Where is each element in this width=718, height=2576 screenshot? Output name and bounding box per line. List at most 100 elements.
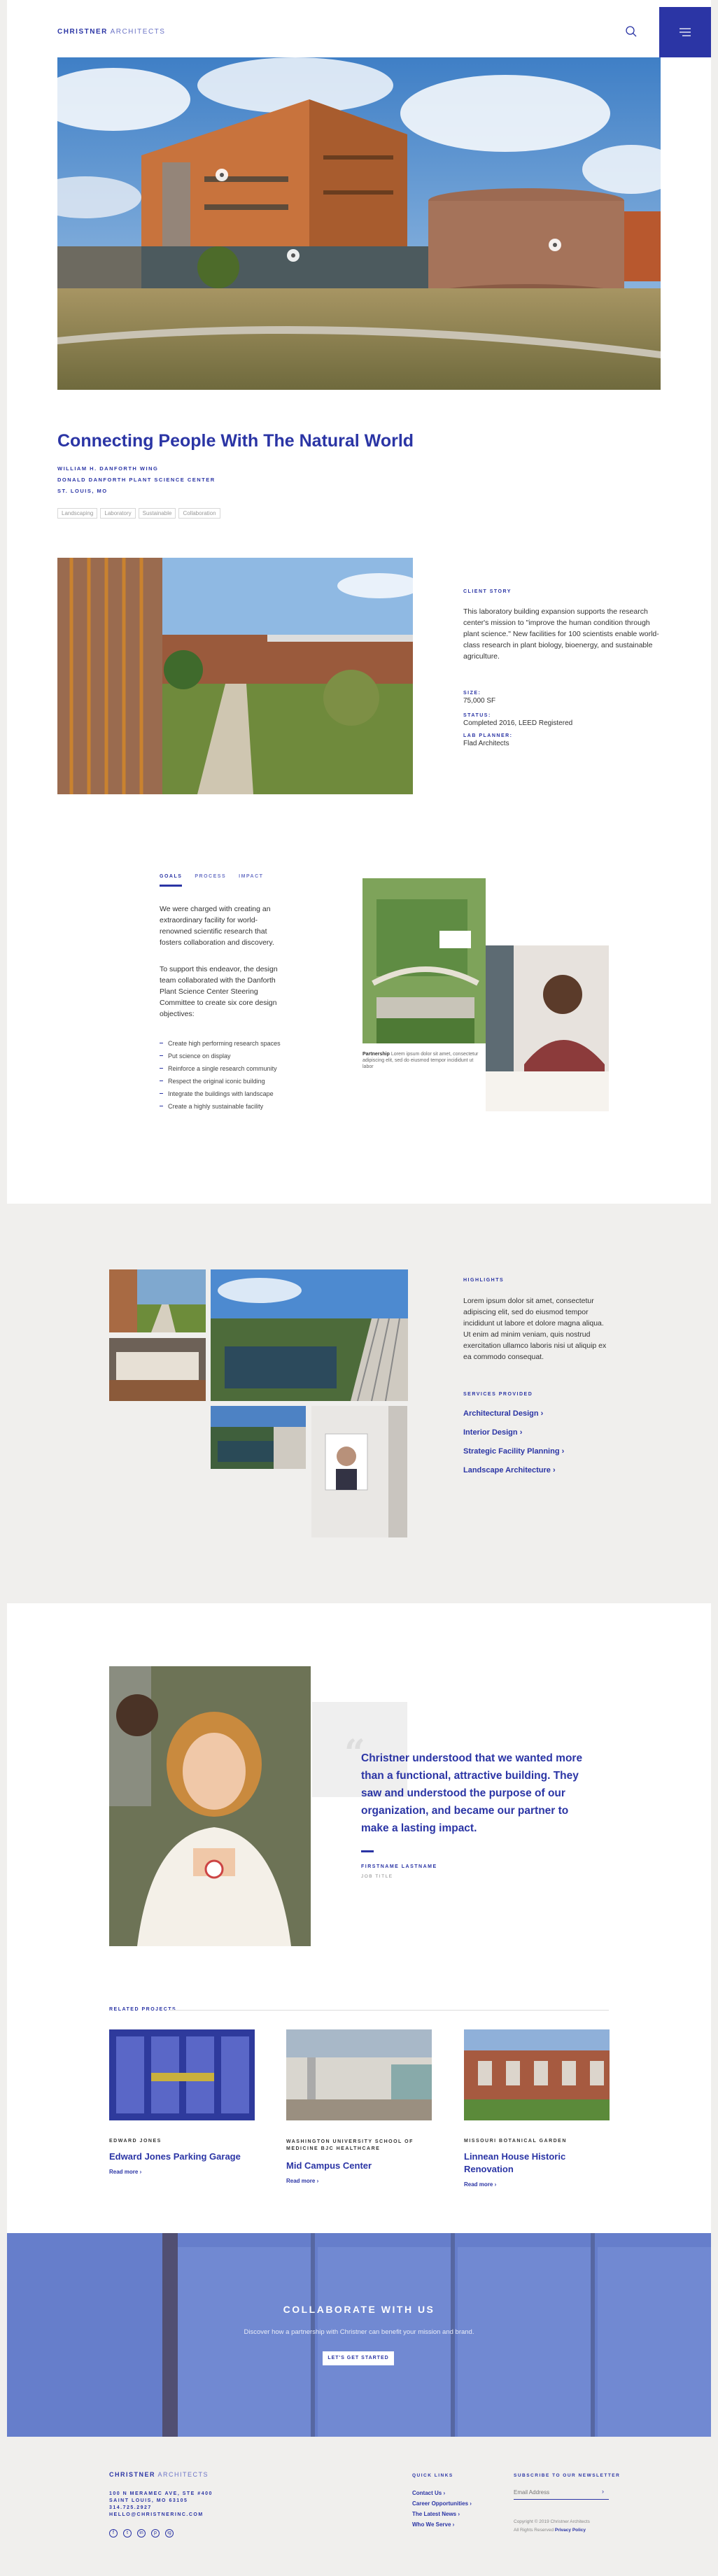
related-client: WASHINGTON UNIVERSITY SCHOOL OF MEDICINE…	[286, 2139, 414, 2151]
cta-title: COLLABORATE WITH US	[283, 2304, 435, 2315]
size-value: 75,000 SF	[463, 697, 496, 705]
copyright-text: Copyright © 2019 Christner Architects	[514, 2519, 590, 2524]
quick-links-label: QUICK LINKS	[412, 2473, 453, 2478]
email-link[interactable]: HELLO@CHRISTNERINC.COM	[109, 2512, 213, 2519]
chevron-right-icon: ›	[561, 1447, 565, 1456]
quote-author-title: JOB TITLE	[361, 1874, 393, 1879]
chevron-right-icon: ›	[540, 1409, 544, 1418]
related-client: MISSOURI BOTANICAL GARDEN	[464, 2139, 567, 2144]
address-line: 100 N MERAMEC AVE, STE #400	[109, 2491, 213, 2496]
status-value: Completed 2016, LEED Registered	[463, 719, 573, 727]
read-more-link[interactable]: Read more ›	[464, 2181, 496, 2188]
submit-arrow-icon[interactable]: ›	[602, 2488, 604, 2495]
menu-button[interactable]	[659, 7, 711, 57]
tag[interactable]: Sustainable	[138, 508, 176, 519]
goals-intro: We were charged with creating an extraor…	[160, 905, 274, 947]
quick-link[interactable]: The Latest News ›	[412, 2509, 472, 2519]
site-plan-image	[362, 878, 486, 1043]
related-image[interactable]	[464, 2029, 610, 2120]
tab-impact[interactable]: IMPACT	[239, 874, 263, 879]
tag[interactable]: Landscaping	[57, 508, 98, 519]
copyright: Copyright © 2019 Christner Architects Al…	[514, 2518, 590, 2535]
list-item: Create high performing research spaces	[160, 1037, 293, 1050]
partnership-photo	[486, 945, 609, 1111]
meta-wing: WILLIAM H. DANFORTH WING	[57, 465, 159, 472]
gallery-image[interactable]	[211, 1406, 306, 1469]
gallery-image[interactable]	[311, 1406, 407, 1537]
related-title[interactable]: Mid Campus Center	[286, 2160, 432, 2172]
related-label: RELATED PROJECTS	[109, 2007, 177, 2012]
related-client: EDWARD JONES	[109, 2139, 162, 2144]
newsletter-label: SUBSCRIBE TO OUR NEWSLETTER	[514, 2473, 621, 2478]
quick-links: Contact Us › Career Opportunities › The …	[412, 2488, 472, 2530]
tag[interactable]: Collaboration	[178, 508, 220, 519]
caption-title: Partnership	[362, 1052, 390, 1057]
pinterest-icon[interactable]: p	[151, 2529, 160, 2538]
get-started-button[interactable]: LET'S GET STARTED	[323, 2351, 394, 2365]
photo-caption: Partnership Lorem ipsum dolor sit amet, …	[362, 1051, 485, 1070]
read-more-link[interactable]: Read more ›	[286, 2178, 318, 2184]
footer-logo-bold: CHRISTNER	[109, 2471, 156, 2478]
related-title[interactable]: Edward Jones Parking Garage	[109, 2151, 255, 2163]
footer-address: 100 N MERAMEC AVE, STE #400 SAINT LOUIS,…	[109, 2491, 213, 2519]
tag[interactable]: Laboratory	[100, 508, 136, 519]
list-item: Respect the original iconic building	[160, 1075, 293, 1088]
tab-goals[interactable]: GOALS	[160, 874, 183, 887]
linkedin-icon[interactable]: in	[137, 2529, 146, 2538]
services-label: SERVICES PROVIDED	[463, 1392, 533, 1397]
instagram-icon[interactable]: ig	[165, 2529, 174, 2538]
gallery-image[interactable]	[109, 1338, 206, 1401]
phone-link[interactable]: 314.725.2927	[109, 2505, 213, 2512]
quick-link[interactable]: Contact Us ›	[412, 2488, 472, 2498]
project-meta: WILLIAM H. DANFORTH WING DONALD DANFORTH…	[57, 463, 216, 497]
related-title[interactable]: Linnean House Historic Renovation	[464, 2151, 590, 2176]
quote-divider	[361, 1850, 374, 1852]
hero-image	[57, 57, 661, 390]
service-link[interactable]: Strategic Facility Planning ›	[463, 1447, 564, 1456]
logo-light: ARCHITECTS	[107, 28, 166, 36]
facebook-icon[interactable]: f	[109, 2529, 118, 2538]
rights-text: All Rights Reserved	[514, 2528, 555, 2533]
status-label: STATUS:	[463, 713, 491, 718]
twitter-icon[interactable]: t	[123, 2529, 132, 2538]
cta-text: Discover how a partnership with Christne…	[244, 2328, 474, 2336]
testimonial-quote: Christner understood that we wanted more…	[361, 1752, 583, 1834]
related-image[interactable]	[286, 2029, 432, 2120]
service-link[interactable]: Interior Design ›	[463, 1428, 564, 1437]
tab-process[interactable]: PROCESS	[195, 874, 226, 879]
social-links: f t in p ig	[109, 2525, 179, 2538]
highlights-label: HIGHLIGHTS	[463, 1278, 505, 1283]
chevron-right-icon: ›	[552, 1466, 556, 1474]
footer-logo-light: ARCHITECTS	[155, 2471, 209, 2478]
footer-logo[interactable]: CHRISTNER ARCHITECTS	[109, 2471, 209, 2478]
service-link[interactable]: Landscape Architecture ›	[463, 1466, 564, 1474]
planner-value: Flad Architects	[463, 740, 509, 747]
related-divider	[168, 2010, 609, 2011]
story-facts: SIZE: 75,000 SF STATUS: Completed 2016, …	[463, 691, 572, 747]
newsletter-email-input[interactable]	[514, 2486, 609, 2500]
search-icon[interactable]	[625, 25, 638, 41]
related-image[interactable]	[109, 2029, 255, 2120]
highlights-text: Lorem ipsum dolor sit amet, consectetur …	[463, 1297, 607, 1361]
logo-bold: CHRISTNER	[57, 28, 108, 36]
logo[interactable]: CHRISTNER ARCHITECTS	[57, 28, 165, 36]
services-list: Architectural Design › Interior Design ›…	[463, 1409, 564, 1485]
gallery-image[interactable]	[211, 1269, 408, 1401]
service-link[interactable]: Architectural Design ›	[463, 1409, 564, 1418]
size-label: SIZE:	[463, 691, 481, 696]
meta-client: DONALD DANFORTH PLANT SCIENCE CENTER	[57, 477, 216, 483]
chevron-right-icon: ›	[519, 1428, 523, 1437]
quick-link[interactable]: Career Opportunities ›	[412, 2498, 472, 2509]
quick-link[interactable]: Who We Serve ›	[412, 2519, 472, 2530]
story-image	[57, 558, 413, 794]
page-title: Connecting People With The Natural World	[57, 431, 414, 451]
privacy-link[interactable]: Privacy Policy	[555, 2528, 586, 2533]
list-item: Put science on display	[160, 1050, 293, 1062]
objectives-list: Create high performing research spaces P…	[160, 1037, 293, 1113]
testimonial-photo	[109, 1666, 311, 1946]
goals-support: To support this endeavor, the design tea…	[160, 965, 278, 1018]
read-more-link[interactable]: Read more ›	[109, 2169, 141, 2175]
address-line: SAINT LOUIS, MO 63105	[109, 2498, 188, 2503]
meta-location: ST. LOUIS, MO	[57, 488, 108, 494]
gallery-image[interactable]	[109, 1269, 206, 1332]
